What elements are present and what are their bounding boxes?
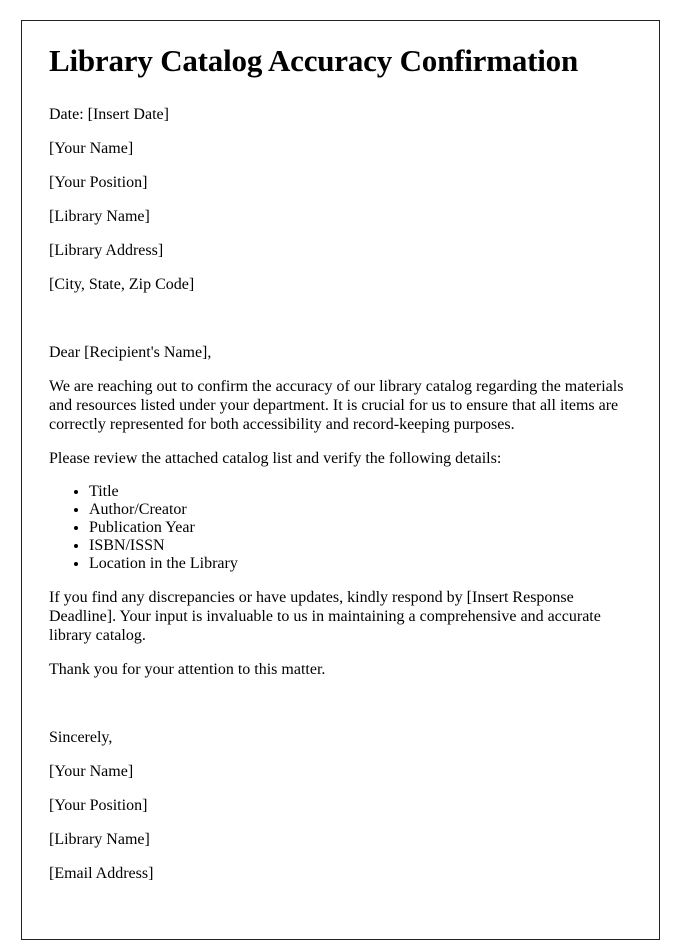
- signature-name: [Your Name]: [49, 762, 134, 780]
- document-page: Library Catalog Accuracy Confirmation Da…: [21, 20, 660, 940]
- sender-position: [Your Position]: [49, 173, 148, 191]
- sender-city-state-zip: [City, State, Zip Code]: [49, 275, 195, 293]
- sender-name: [Your Name]: [49, 139, 134, 157]
- body-paragraph-1: We are reaching out to confirm the accur…: [49, 377, 624, 433]
- sender-library-address: [Library Address]: [49, 241, 164, 259]
- spacer-before-closing: [49, 694, 632, 713]
- closing-salutation: Sincerely,: [49, 728, 113, 746]
- signature-library-name: [Library Name]: [49, 830, 150, 848]
- signature-email-address: [Email Address]: [49, 864, 154, 882]
- body-paragraph-4: Thank you for your attention to this mat…: [49, 660, 326, 678]
- verification-detail-list: Title Author/Creator Publication Year IS…: [49, 483, 632, 573]
- list-item: Publication Year: [89, 519, 632, 537]
- signature-position: [Your Position]: [49, 796, 148, 814]
- page-title: Library Catalog Accuracy Confirmation: [49, 43, 578, 78]
- salutation: Dear [Recipient's Name],: [49, 343, 212, 361]
- list-item: ISBN/ISSN: [89, 537, 632, 555]
- list-item: Author/Creator: [89, 501, 632, 519]
- body-paragraph-2: Please review the attached catalog list …: [49, 449, 502, 467]
- date-line: Date: [Insert Date]: [49, 105, 169, 123]
- list-item: Title: [89, 483, 632, 501]
- list-item: Location in the Library: [89, 555, 632, 573]
- document-body: Library Catalog Accuracy Confirmation Da…: [49, 21, 632, 883]
- sender-library-name: [Library Name]: [49, 207, 150, 225]
- body-paragraph-3: If you find any discrepancies or have up…: [49, 588, 601, 644]
- spacer-before-salutation: [49, 309, 632, 328]
